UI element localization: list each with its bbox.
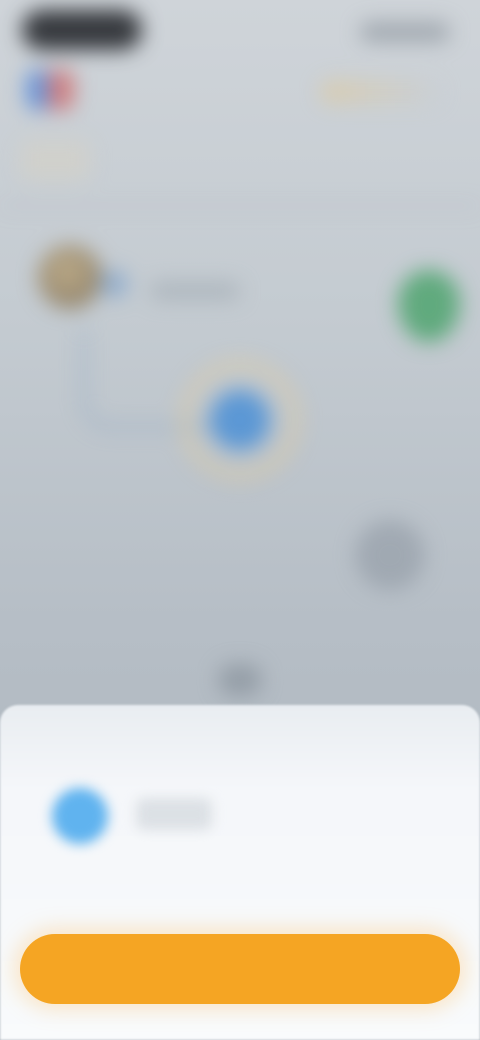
- primary-action-label: [20, 934, 460, 1004]
- destination-label-box: [136, 798, 212, 830]
- destination-icon: [52, 788, 108, 844]
- app-screen: [0, 0, 480, 1040]
- bottom-sheet-content: [0, 0, 480, 1040]
- primary-action-button[interactable]: [20, 934, 460, 1004]
